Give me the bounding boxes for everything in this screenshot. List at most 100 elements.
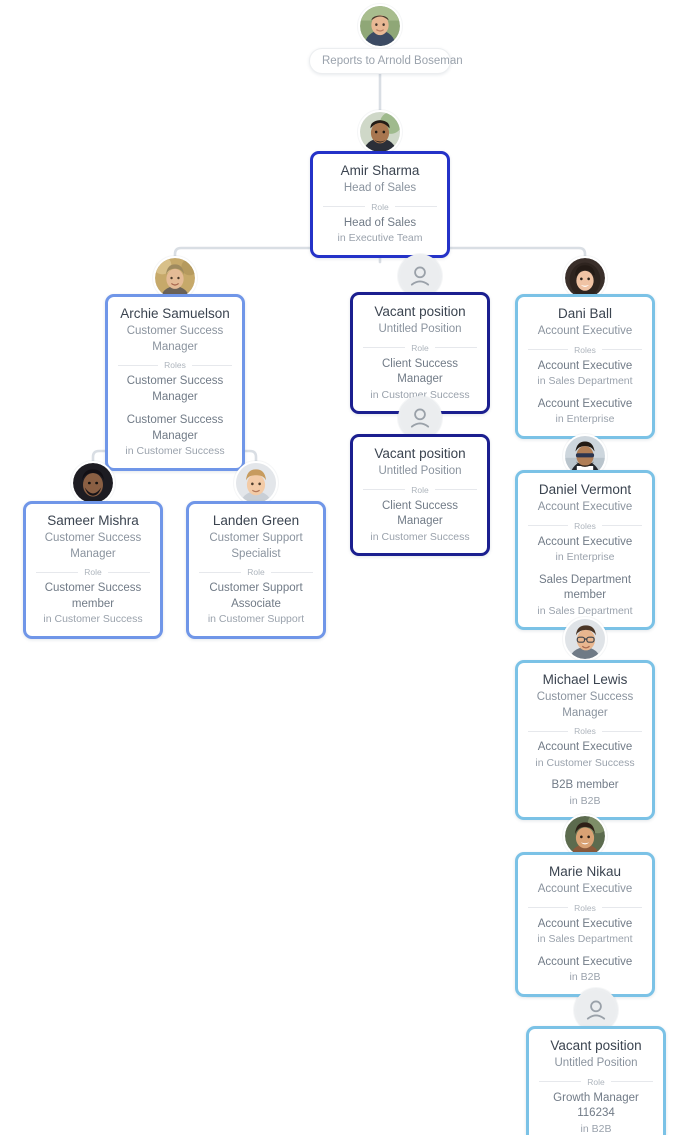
- avatar-landen-green[interactable]: [234, 461, 278, 505]
- roles-divider: Roles: [528, 726, 642, 736]
- roles-heading: Roles: [574, 726, 596, 736]
- node-title: Untitled Position: [378, 465, 462, 477]
- role-entry: Account Executive in Enterprise: [526, 397, 644, 427]
- org-node-dani-ball[interactable]: Dani Ball Account Executive Roles Accoun…: [515, 294, 655, 439]
- person-placeholder-icon: [400, 398, 440, 438]
- photo-avatar-arnold-boseman: [360, 6, 400, 46]
- node-name: Vacant position: [374, 446, 466, 461]
- node-title: Customer Success Manager: [536, 691, 634, 719]
- role-title: Customer Success Manager: [126, 375, 224, 403]
- org-node-michael-lewis[interactable]: Michael Lewis Customer Success Manager R…: [515, 660, 655, 820]
- role-title: Account Executive: [537, 917, 633, 930]
- node-title: Head of Sales: [343, 182, 417, 194]
- role-entry: Account Executive in Sales Department: [526, 359, 644, 389]
- role-title: Sales Department member: [538, 573, 632, 602]
- role-scope: in Enterprise: [555, 413, 615, 425]
- role-scope: in Customer Support: [207, 613, 305, 625]
- role-entry: Account Executive in Customer Success: [526, 740, 644, 770]
- roles-heading: Role: [371, 201, 389, 212]
- role-scope: in Customer Success: [370, 530, 470, 543]
- role-scope: in Sales Department: [537, 375, 633, 387]
- org-node-vacant-position-2[interactable]: Vacant position Untitled Position Role C…: [350, 434, 490, 556]
- org-node-marie-nikau[interactable]: Marie Nikau Account Executive Roles Acco…: [515, 852, 655, 997]
- photo-avatar-landen-green: [236, 463, 276, 503]
- role-entry: Account Executive in Sales Department: [526, 917, 644, 947]
- roles-divider: Roles: [528, 345, 642, 355]
- avatar-michael-lewis[interactable]: [563, 617, 607, 661]
- org-node-daniel-vermont[interactable]: Daniel Vermont Account Executive Roles A…: [515, 470, 655, 630]
- org-node-sameer-mishra[interactable]: Sameer Mishra Customer Success Manager R…: [23, 501, 163, 639]
- node-title: Account Executive: [537, 325, 633, 337]
- role-scope: in Customer Success: [535, 756, 635, 769]
- roles-divider: Role: [363, 343, 477, 353]
- role-title: Account Executive: [537, 397, 633, 410]
- roles-divider: Roles: [528, 903, 642, 913]
- role-scope: in B2B: [569, 971, 601, 983]
- org-node-landen-green[interactable]: Landen Green Customer Support Specialist…: [186, 501, 326, 639]
- org-node-vacant-position-3[interactable]: Vacant position Untitled Position Role G…: [526, 1026, 666, 1135]
- avatar-amir-sharma[interactable]: [358, 110, 402, 154]
- person-placeholder-icon: [576, 990, 616, 1030]
- role-title: B2B member: [551, 779, 619, 791]
- node-name: Daniel Vermont: [538, 482, 632, 497]
- roles-heading: Role: [84, 567, 102, 577]
- node-name: Marie Nikau: [548, 864, 622, 879]
- reports-to-pill[interactable]: Reports to Arnold Boseman: [309, 48, 463, 74]
- role-entry: B2B member in B2B: [526, 778, 644, 808]
- node-name: Michael Lewis: [542, 672, 628, 687]
- roles-heading: Role: [587, 1076, 605, 1087]
- role-scope: in Enterprise: [555, 551, 615, 563]
- role-entry: Account Executive in Enterprise: [526, 535, 644, 565]
- node-title: Untitled Position: [554, 1057, 638, 1069]
- photo-avatar-michael-lewis: [565, 619, 605, 659]
- node-title: Customer Success Manager: [44, 532, 142, 560]
- role-title: Account Executive: [537, 955, 633, 968]
- node-name: Sameer Mishra: [47, 513, 139, 528]
- role-title: Client Success Manager: [381, 499, 459, 528]
- node-title: Customer Success Manager: [126, 325, 224, 353]
- roles-divider: Role: [363, 485, 477, 495]
- role-entry: Customer Success Manager in Customer Suc…: [116, 413, 234, 459]
- org-node-amir-sharma[interactable]: Amir Sharma Head of Sales Role Head of S…: [310, 151, 450, 258]
- org-node-archie-samuelson[interactable]: Archie Samuelson Customer Success Manage…: [105, 294, 245, 471]
- org-chart-canvas[interactable]: Reports to Arnold Boseman Amir Sharma He…: [0, 0, 688, 1135]
- avatar-sameer-mishra[interactable]: [71, 461, 115, 505]
- role-title: Growth Manager 116234: [553, 1091, 639, 1120]
- node-name: Dani Ball: [557, 306, 613, 321]
- role-entry: Customer Success member in Customer Succ…: [34, 581, 152, 627]
- photo-avatar-archie-samuelson: [155, 258, 195, 298]
- role-title: Client Success Manager: [381, 357, 459, 386]
- role-entry: Head of Sales in Executive Team: [321, 216, 439, 246]
- role-scope: in Executive Team: [337, 232, 423, 244]
- person-placeholder-icon: [400, 256, 440, 296]
- roles-divider: Role: [323, 202, 437, 212]
- reports-to-label: Reports to Arnold Boseman: [322, 55, 463, 67]
- roles-heading: Roles: [574, 344, 596, 355]
- node-name: Vacant position: [550, 1038, 642, 1053]
- role-scope: in Customer Success: [43, 613, 143, 625]
- role-title: Customer Success member: [44, 582, 142, 610]
- role-scope: in Customer Success: [125, 445, 225, 457]
- node-title: Account Executive: [537, 501, 633, 513]
- role-title: Customer Success Manager: [126, 414, 224, 442]
- node-name: Archie Samuelson: [120, 306, 230, 321]
- photo-avatar-sameer-mishra: [73, 463, 113, 503]
- role-entry: Customer Success Manager: [116, 374, 234, 405]
- roles-divider: Roles: [528, 521, 642, 531]
- role-entry: Account Executive in B2B: [526, 955, 644, 985]
- role-title: Account Executive: [537, 741, 633, 753]
- roles-divider: Role: [199, 567, 313, 577]
- node-title: Untitled Position: [378, 323, 462, 335]
- avatar-arnold-boseman[interactable]: [358, 4, 402, 48]
- role-title: Head of Sales: [343, 216, 417, 229]
- roles-divider: Role: [539, 1077, 653, 1087]
- node-name: Amir Sharma: [340, 163, 420, 178]
- role-title: Customer Support Associate: [209, 582, 303, 610]
- photo-avatar-amir-sharma: [360, 112, 400, 152]
- roles-heading: Roles: [574, 902, 596, 913]
- roles-divider: Roles: [118, 360, 232, 370]
- role-entry: Customer Support Associate in Customer S…: [197, 581, 315, 627]
- role-entry: Growth Manager 116234 in B2B: [537, 1091, 655, 1135]
- photo-avatar-dani-ball: [565, 258, 605, 298]
- role-title: Account Executive: [537, 535, 633, 548]
